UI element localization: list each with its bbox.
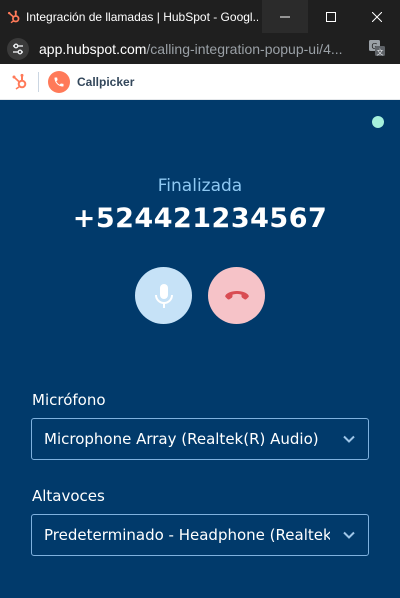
minimize-icon: [280, 16, 290, 17]
chevron-down-icon: [343, 435, 355, 443]
svg-text:文: 文: [377, 48, 384, 57]
chevron-down-icon: [343, 531, 355, 539]
maximize-button[interactable]: [308, 0, 354, 33]
tune-icon: [13, 43, 23, 54]
url-path: /calling-integration-popup-ui/4...: [146, 40, 343, 57]
phone-number: +524421234567: [72, 203, 328, 234]
maximize-icon: [326, 11, 336, 22]
translate-icon[interactable]: G 文: [368, 39, 386, 57]
header-divider: [38, 71, 39, 92]
phone-hangup-icon: [224, 290, 249, 299]
speakers-select[interactable]: Predeterminado - Headphone (Realtek(R) A…: [31, 514, 369, 556]
callpicker-logo-icon: [48, 70, 70, 93]
microphone-select[interactable]: Microphone Array (Realtek(R) Audio): [31, 418, 369, 460]
url-domain: app.hubspot.com: [39, 40, 147, 57]
mute-microphone-button[interactable]: [135, 267, 192, 324]
call-status: Finalizada: [157, 176, 243, 196]
hubspot-logo-icon: [12, 73, 27, 90]
browser-title-bar: Integración de llamadas | HubSpot - Goog…: [0, 0, 400, 33]
microphone-label: Micrófono: [32, 391, 106, 409]
speakers-selected-value: Predeterminado - Headphone (Realtek(R) A…: [44, 526, 330, 544]
hang-up-button[interactable]: [208, 267, 265, 324]
close-icon: [372, 11, 382, 22]
speakers-label: Altavoces: [32, 487, 105, 505]
microphone-selected-value: Microphone Array (Realtek(R) Audio): [44, 430, 319, 448]
hubspot-favicon-icon: [6, 9, 22, 25]
window-controls: [262, 0, 400, 33]
window-title: Integración de llamadas | HubSpot - Goog…: [26, 9, 258, 24]
close-window-button[interactable]: [354, 0, 400, 33]
app-name: Callpicker: [77, 74, 135, 89]
connection-status-dot: [372, 116, 384, 128]
address-bar: app.hubspot.com/calling-integration-popu…: [0, 33, 400, 64]
url-text[interactable]: app.hubspot.com/calling-integration-popu…: [39, 41, 349, 57]
microphone-icon: [154, 283, 173, 308]
app-header: Callpicker: [0, 64, 400, 100]
site-info-button[interactable]: [7, 37, 29, 60]
minimize-button[interactable]: [262, 0, 308, 33]
